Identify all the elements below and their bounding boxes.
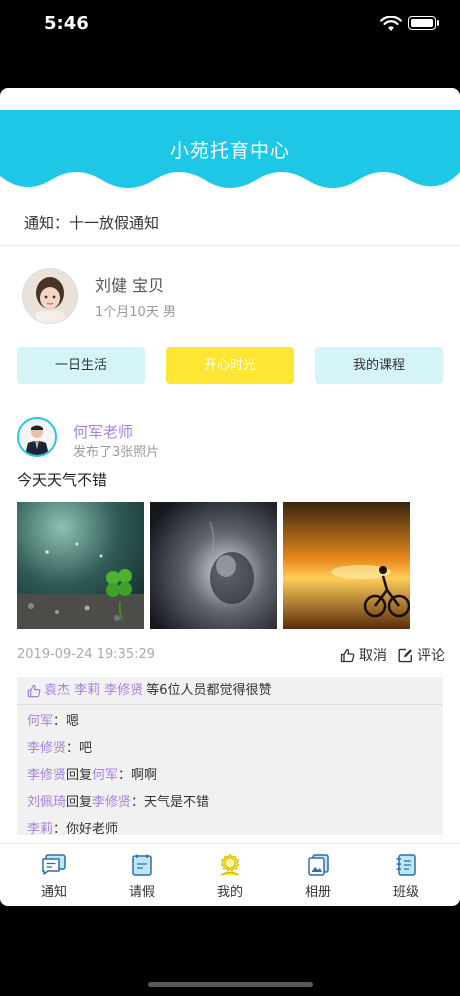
post-photo-clover[interactable] xyxy=(17,502,144,629)
thumbs-up-icon xyxy=(340,648,355,662)
tabbar-item-leave[interactable]: 请假 xyxy=(102,853,182,900)
wifi-icon xyxy=(380,16,402,31)
battery-icon xyxy=(408,16,439,30)
home-indicator[interactable] xyxy=(148,982,313,987)
comment-button[interactable]: 评论 xyxy=(398,645,445,665)
tabbar-label: 我的 xyxy=(216,885,243,900)
post-photo-dark[interactable] xyxy=(150,502,277,629)
page-title: 小苑托育中心 xyxy=(169,140,290,162)
tabbar-item-mine[interactable]: 我的 xyxy=(190,853,270,900)
comment-item[interactable]: 李修贤：吧 xyxy=(17,735,443,762)
teacher-avatar[interactable] xyxy=(17,417,57,457)
app-screen: 小苑托育中心 通知：十一放假通知 刘健 宝贝 1个月10天 男 一日生活 开心时… xyxy=(0,88,460,906)
child-avatar[interactable] xyxy=(22,268,78,324)
tabbar-label: 班级 xyxy=(392,885,419,900)
comment-text: ：啊啊 xyxy=(118,768,158,783)
comment-target[interactable]: 李修贤 xyxy=(92,795,131,810)
bottom-tab-bar: 通知 请假 我的 相册 班级 xyxy=(0,843,460,906)
leave-icon xyxy=(132,854,152,876)
header-banner: 小苑托育中心 xyxy=(0,110,460,194)
comment-reply-word: 回复 xyxy=(66,768,93,783)
comment-text: ：你好老师 xyxy=(53,822,119,835)
tabbar-label: 通知 xyxy=(40,885,67,900)
teacher-name[interactable]: 何军老师 xyxy=(73,421,133,442)
comment-author[interactable]: 何军 xyxy=(27,714,53,729)
tab-happy-time[interactable]: 开心时光 xyxy=(166,347,294,384)
comment-item[interactable]: 刘佩琦回复李修贤：天气是不错 xyxy=(17,789,443,816)
post-subtitle: 发布了3张照片 xyxy=(73,445,160,460)
mine-icon xyxy=(220,853,240,876)
comment-author[interactable]: 刘佩琦 xyxy=(27,795,66,810)
tab-my-courses[interactable]: 我的课程 xyxy=(315,347,443,384)
divider xyxy=(0,245,460,246)
tabbar-item-notice[interactable]: 通知 xyxy=(14,853,94,900)
post-photo-sunset[interactable] xyxy=(283,502,410,629)
comment-text: ：嗯 xyxy=(53,714,80,729)
thumbs-up-icon xyxy=(27,684,41,697)
post-text: 今天天气不错 xyxy=(17,471,108,489)
unlike-label: 取消 xyxy=(359,648,387,664)
comment-item[interactable]: 李莉：你好老师 xyxy=(17,816,443,835)
comment-author[interactable]: 李修贤 xyxy=(27,768,66,783)
tab-daily-life[interactable]: 一日生活 xyxy=(17,347,145,384)
tabbar-item-album[interactable]: 相册 xyxy=(278,853,358,900)
post-timestamp: 2019-09-24 19:35:29 xyxy=(17,647,156,662)
edit-icon xyxy=(398,648,412,662)
child-name: 刘健 宝贝 xyxy=(95,276,165,295)
likes-summary: 等6位人员都觉得很赞 xyxy=(146,683,272,698)
status-time: 5:46 xyxy=(44,13,89,34)
comment-section: 袁杰 李莉 李修贤 等6位人员都觉得很赞 何军：嗯 李修贤：吧 李修贤回复何军：… xyxy=(17,677,443,835)
notice-text[interactable]: 通知：十一放假通知 xyxy=(24,212,159,233)
comment-target[interactable]: 何军 xyxy=(92,768,118,783)
notice-icon xyxy=(42,854,66,875)
class-icon xyxy=(396,854,416,876)
tabbar-label: 请假 xyxy=(128,885,155,900)
comment-item[interactable]: 李修贤回复何军：啊啊 xyxy=(17,762,443,789)
comment-text: ：天气是不错 xyxy=(131,795,210,810)
comment-author[interactable]: 李修贤 xyxy=(27,741,66,756)
tabbar-item-class[interactable]: 班级 xyxy=(366,853,446,900)
comment-item[interactable]: 何军：嗯 xyxy=(17,708,443,735)
liker-names[interactable]: 袁杰 李莉 李修贤 xyxy=(44,677,143,704)
comment-label: 评论 xyxy=(417,648,445,664)
status-bar: 5:46 xyxy=(0,0,460,50)
album-icon xyxy=(308,854,329,876)
unlike-button[interactable]: 取消 xyxy=(340,645,387,665)
tabbar-label: 相册 xyxy=(304,885,331,900)
likes-row: 袁杰 李莉 李修贤 等6位人员都觉得很赞 xyxy=(17,677,443,705)
comment-reply-word: 回复 xyxy=(66,795,93,810)
comment-author[interactable]: 李莉 xyxy=(27,822,53,835)
child-info: 1个月10天 男 xyxy=(95,305,176,320)
comment-text: ：吧 xyxy=(66,741,93,756)
